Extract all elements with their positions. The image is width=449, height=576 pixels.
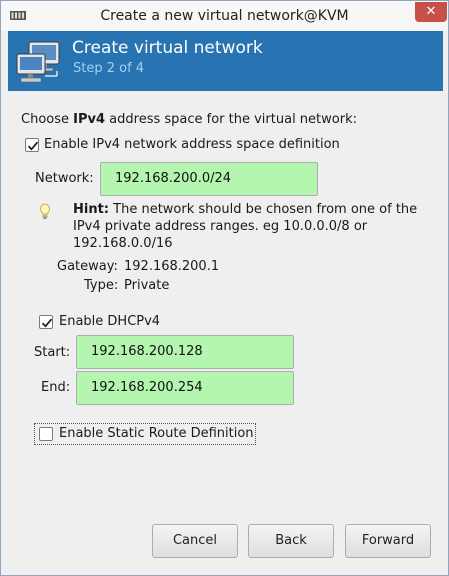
forward-button[interactable]: Forward [345,524,431,558]
back-button[interactable]: Back [248,524,334,558]
wizard-header: Create virtual network Step 2 of 4 [8,31,443,91]
hint-bold: Hint: [73,202,110,217]
intro-bold: IPv4 [73,112,106,127]
wizard-step: Step 2 of 4 [73,61,145,76]
checkmark-icon [41,318,53,328]
static-route-checkbox[interactable] [39,427,53,441]
cancel-button[interactable]: Cancel [152,524,238,558]
hint-body: The network should be chosen from one of… [73,202,418,251]
title-bar[interactable]: Create a new virtual network@KVM ✕ [1,1,448,31]
close-button[interactable]: ✕ [415,2,447,22]
gateway-label: Gateway: [57,259,118,274]
type-value: Private [124,278,170,293]
kvm-app-icon [10,11,26,20]
checkmark-icon [27,141,39,151]
type-label: Type: [84,278,119,293]
network-input[interactable]: 192.168.200.0/24 [100,162,318,196]
enable-ipv4-checkbox[interactable] [25,138,39,152]
enable-ipv4-label[interactable]: Enable IPv4 network address space defini… [44,137,340,152]
end-label: End: [41,380,71,395]
network-computers-icon [16,41,60,83]
hint-text: Hint: The network should be chosen from … [73,201,423,252]
intro-suffix: address space for the virtual network: [105,112,357,127]
gateway-value: 192.168.200.1 [124,259,220,274]
end-input[interactable]: 192.168.200.254 [76,371,294,405]
lightbulb-icon [40,203,50,219]
intro-prefix: Choose [21,112,74,127]
start-label: Start: [34,345,71,360]
enable-dhcp-label[interactable]: Enable DHCPv4 [59,314,160,329]
static-route-label[interactable]: Enable Static Route Definition [59,426,254,441]
wizard-title: Create virtual network [72,38,263,58]
intro-text: Choose IPv4 address space for the virtua… [21,112,357,127]
start-input[interactable]: 192.168.200.128 [76,335,294,369]
network-label: Network: [35,171,94,186]
wizard-content: Choose IPv4 address space for the virtua… [8,92,443,570]
enable-dhcp-checkbox[interactable] [39,315,53,329]
window-title: Create a new virtual network@KVM [100,8,349,24]
dialog-window: Create a new virtual network@KVM ✕ Creat… [0,0,449,576]
close-icon: ✕ [425,4,437,19]
